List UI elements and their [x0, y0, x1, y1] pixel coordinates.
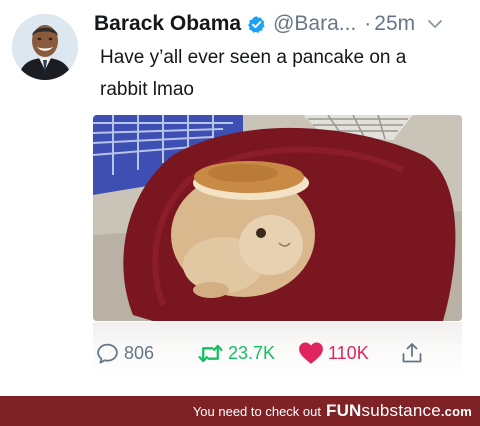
like-count: 110K: [328, 342, 369, 363]
tweet-header: Barack Obama @Bara... · 25m: [94, 9, 468, 39]
footer-text: You need to check out: [192, 403, 321, 419]
rabbit-photo: [93, 115, 462, 321]
share-icon: [402, 343, 422, 363]
reply-button[interactable]: 806: [95, 338, 154, 368]
heart-icon: [299, 342, 323, 364]
retweet-button[interactable]: 23.7K: [197, 338, 275, 368]
author-handle[interactable]: @Bara...: [273, 12, 356, 36]
chevron-down-icon[interactable]: [427, 16, 443, 32]
separator-dot: ·: [364, 12, 372, 35]
tweet-text: Have y’all ever seen a pancake on a rabb…: [100, 47, 407, 100]
retweet-count: 23.7K: [228, 342, 276, 363]
tweet-media-image[interactable]: [93, 115, 462, 321]
like-button[interactable]: 110K: [298, 338, 369, 368]
logo-light: substance: [361, 401, 441, 420]
reply-icon: [97, 343, 118, 364]
site-logo[interactable]: FUNsubstance.com: [326, 401, 472, 421]
display-name[interactable]: Barack Obama: [94, 12, 241, 36]
share-button[interactable]: [400, 338, 424, 368]
timestamp[interactable]: 25m: [374, 12, 415, 36]
reply-count: 806: [124, 342, 155, 363]
verified-badge-icon: [247, 15, 266, 34]
logo-bold: FUN: [326, 401, 362, 420]
logo-tld: .com: [440, 404, 472, 419]
tweet-actions: 806 23.7K 110K: [95, 338, 435, 368]
retweet-icon: [198, 344, 223, 362]
watermark-footer: You need to check out FUNsubstance.com: [0, 396, 480, 426]
avatar-portrait: [12, 14, 78, 80]
author-avatar[interactable]: [12, 14, 78, 80]
